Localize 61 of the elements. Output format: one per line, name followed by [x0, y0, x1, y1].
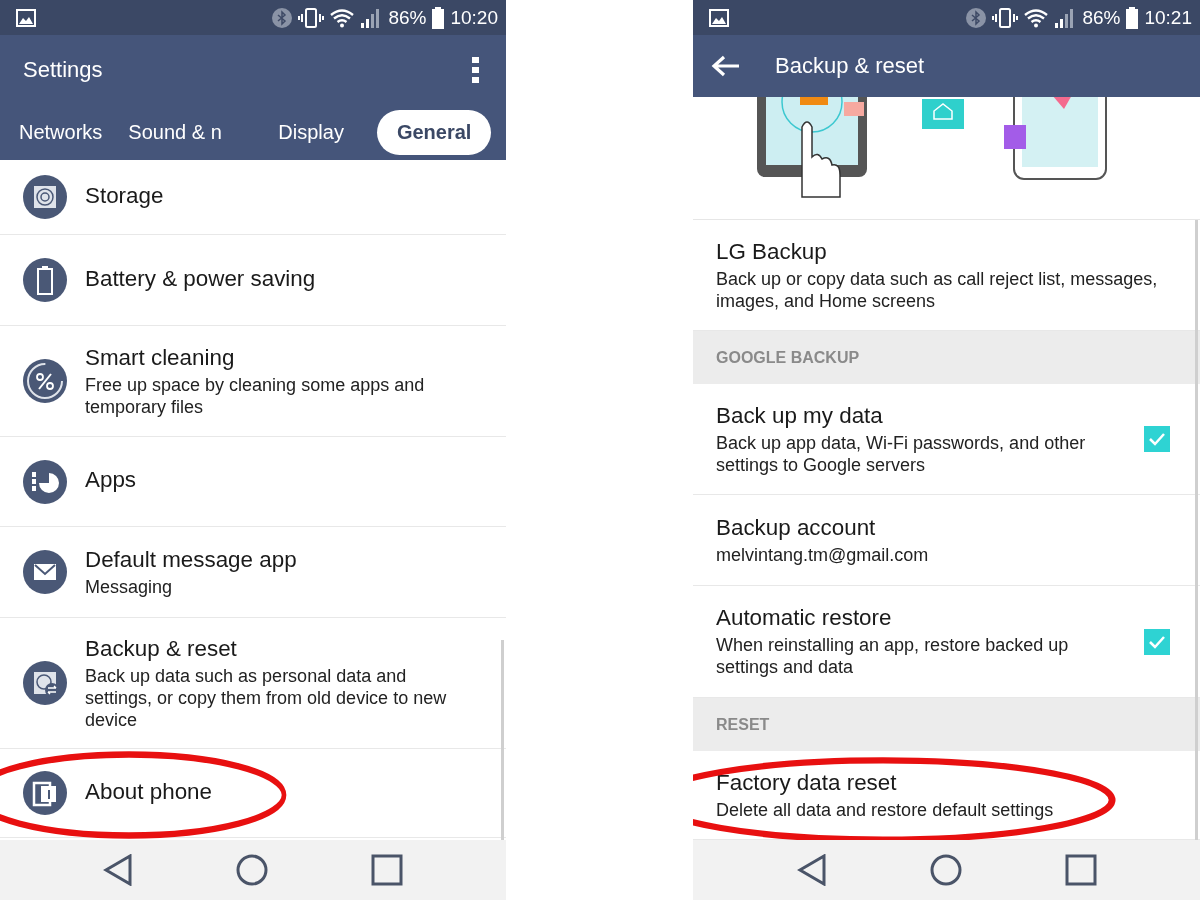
battery-percent: 86% — [388, 6, 427, 29]
setting-description: Delete all data and restore default settings — [716, 798, 1054, 821]
setting-description: melvintang.tm@gmail.com — [716, 543, 929, 566]
storage-icon — [23, 175, 67, 219]
checkmark-icon — [1148, 432, 1166, 446]
tab[interactable]: Networks — [6, 113, 116, 152]
setting-title[interactable]: Battery & power saving — [85, 265, 316, 292]
battery-icon — [432, 6, 445, 29]
battery-percent: 86% — [1082, 6, 1121, 29]
setting-title[interactable]: Factory data reset — [716, 769, 897, 796]
bluetooth-icon — [966, 7, 987, 28]
bluetooth-icon — [272, 7, 293, 28]
recent-apps-icon[interactable] — [371, 854, 403, 886]
screen-title: Settings — [23, 57, 103, 83]
recent-apps-icon[interactable] — [1064, 854, 1097, 886]
checkbox[interactable] — [1144, 628, 1170, 655]
setting-title[interactable]: Backup account — [716, 514, 876, 541]
setting-description: Back up app data, Wi-Fi passwords, and other settings to Google servers — [716, 431, 1087, 476]
setting-title[interactable]: Storage — [85, 182, 164, 209]
setting-title[interactable]: About phone — [85, 778, 212, 805]
home-icon[interactable] — [236, 854, 268, 886]
battery-icon — [1126, 6, 1139, 29]
setting-title[interactable]: Smart cleaning — [85, 344, 235, 371]
clock: 10:20 — [450, 6, 498, 29]
tab[interactable]: Display — [265, 113, 357, 152]
wifi-icon — [1024, 7, 1049, 28]
vibrate-icon — [298, 6, 325, 29]
gallery-icon — [709, 8, 729, 27]
setting-title[interactable]: Backup & reset — [85, 635, 237, 662]
checkmark-icon — [1148, 634, 1166, 649]
setting-title[interactable]: Default message app — [85, 546, 297, 573]
tab[interactable]: General — [376, 110, 492, 155]
setting-title[interactable]: Automatic restore — [716, 605, 892, 631]
battery-icon — [23, 258, 67, 302]
setting-description: Back up data such as personal data and settings, or copy them from old device to new device — [85, 664, 448, 731]
envelope-icon — [23, 550, 67, 594]
home-icon[interactable] — [929, 854, 962, 886]
checkbox[interactable] — [1144, 426, 1170, 452]
pie-chart-icon — [23, 459, 67, 504]
setting-description: Back up or copy data such as call reject list, messages, images, and Home screens — [716, 267, 1159, 312]
setting-description: Free up space by cleaning some apps and temporary files — [85, 373, 426, 418]
setting-title[interactable]: Back up my data — [716, 402, 883, 429]
overflow-menu-icon[interactable] — [472, 57, 480, 83]
back-icon[interactable] — [796, 854, 827, 886]
setting-title[interactable]: Apps — [85, 467, 137, 493]
screen-title: Backup & reset — [775, 53, 925, 79]
clock: 10:21 — [1144, 6, 1192, 29]
back-arrow-icon[interactable] — [711, 54, 741, 78]
section-header: RESET — [693, 698, 1200, 751]
phone-info-icon — [23, 771, 67, 815]
backup-disc-icon — [23, 661, 67, 705]
gallery-icon — [16, 8, 36, 27]
back-icon[interactable] — [103, 854, 133, 886]
percent-gauge-icon — [23, 359, 67, 403]
section-header: GOOGLE BACKUP — [693, 331, 1200, 384]
wifi-icon — [330, 7, 355, 28]
setting-description: When reinstalling an app, restore backed up settings and data — [716, 634, 1070, 678]
setting-title[interactable]: LG Backup — [716, 238, 827, 265]
vibrate-icon — [992, 6, 1019, 29]
setting-description: Messaging — [85, 575, 173, 598]
tab[interactable]: Sound & n — [115, 113, 252, 152]
